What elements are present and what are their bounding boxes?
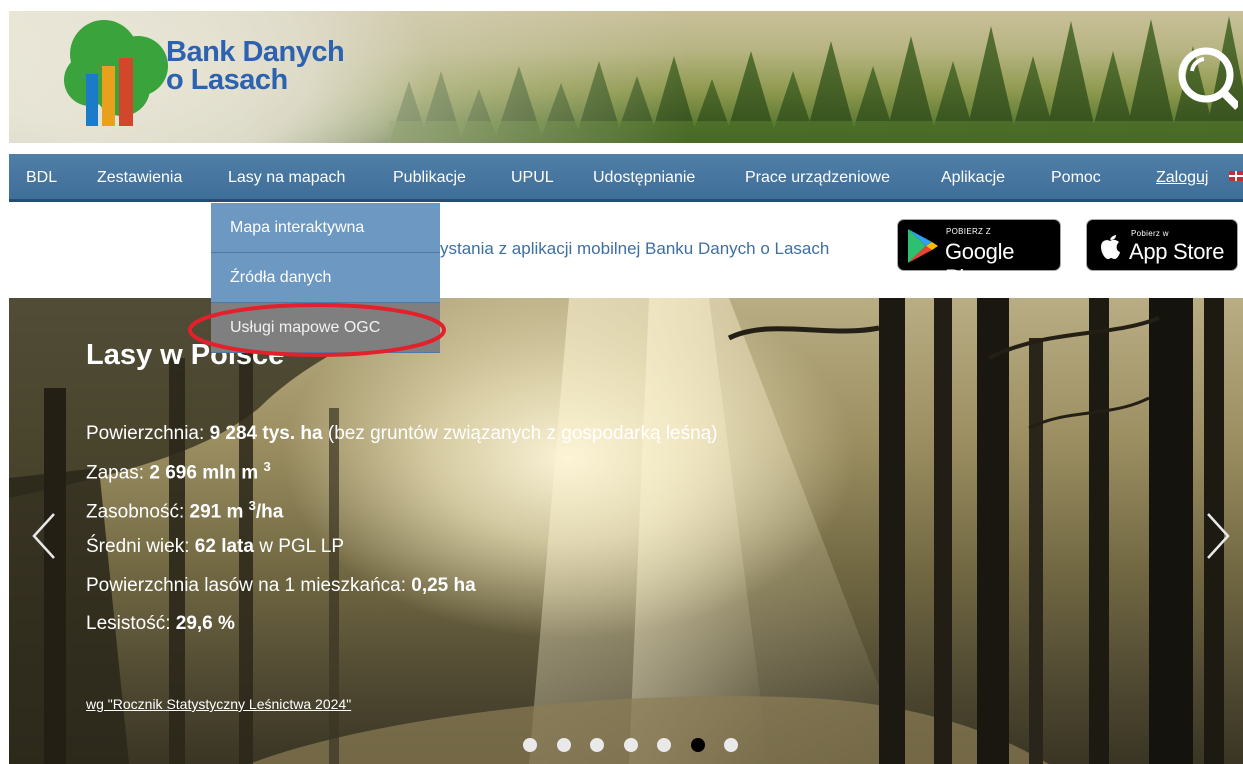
apple-icon (1101, 235, 1120, 259)
nav-item-aplikacje[interactable]: Aplikacje (941, 154, 1005, 199)
nav-item-udostepnianie[interactable]: Udostępnianie (593, 154, 695, 199)
logo-tree-icon (64, 20, 168, 126)
slide-dot-5[interactable] (657, 738, 671, 752)
logo-line-2: o Lasach (166, 64, 288, 96)
logo-text[interactable]: Bank Danych o Lasach (166, 36, 345, 96)
menu-item-zrodla-danych[interactable]: Źródła danych (211, 253, 440, 303)
slide-dot-2[interactable] (557, 738, 571, 752)
stat-stock-sup: 3 (263, 459, 271, 474)
english-flag-icon[interactable] (1229, 171, 1243, 181)
stat-forest-cover: Lesistość: 29,6 % (86, 613, 235, 635)
menu-item-uslugi-mapowe-ogc[interactable]: Usługi mapowe OGC (211, 303, 440, 353)
google-play-label: Google Play (945, 239, 1015, 290)
slide-dot-1[interactable] (523, 738, 537, 752)
nav-item-zestawienia[interactable]: Zestawienia (97, 154, 182, 199)
stat-per-capita: Powierzchnia lasów na 1 mieszkańca: 0,25… (86, 575, 476, 597)
stat-area-note: (bez gruntów związanych z gospodarką leś… (322, 423, 718, 444)
nav-item-upul[interactable]: UPUL (511, 154, 554, 199)
stat-density-value: 291 m (189, 501, 249, 523)
nav-item-lasy-na-mapach[interactable]: Lasy na mapach (228, 154, 345, 199)
stat-per-capita-value: 0,25 ha (411, 575, 476, 596)
stat-area: Powierzchnia: 9 284 tys. ha (bez gruntów… (86, 423, 718, 445)
stat-density-unit: /ha (255, 501, 284, 523)
stat-density-label: Zasobność: (86, 501, 190, 523)
source-link[interactable]: wg "Rocznik Statystyczny Leśnictwa 2024" (86, 696, 351, 712)
next-slide-icon[interactable] (1204, 512, 1232, 560)
google-play-small: POBIERZ Z (946, 227, 991, 236)
stat-age-note: w PGL LP (253, 536, 345, 557)
nav-item-publikacje[interactable]: Publikacje (393, 154, 466, 199)
stat-cover-label: Lesistość: (86, 613, 176, 634)
slide-dot-6[interactable] (691, 738, 705, 752)
search-icon[interactable] (1168, 41, 1238, 111)
google-play-icon (908, 229, 938, 263)
stat-stock: Zapas: 2 696 mln m 3 (86, 459, 271, 484)
slide-dot-4[interactable] (624, 738, 638, 752)
app-store-label: App Store (1129, 239, 1225, 264)
google-play-button[interactable]: POBIERZ Z Google Play (897, 219, 1061, 290)
nav-item-bdl[interactable]: BDL (26, 154, 57, 199)
app-store-button[interactable]: Pobierz w App Store (1086, 219, 1238, 271)
stat-stock-value: 2 696 mln m (149, 462, 264, 484)
stat-stock-label: Zapas: (86, 462, 150, 484)
stat-age-value: 62 lata (194, 536, 254, 557)
slide-dot-7[interactable] (724, 738, 738, 752)
stat-area-label: Powierzchnia: (86, 423, 210, 444)
slide-dot-3[interactable] (590, 738, 604, 752)
prev-slide-icon[interactable] (30, 512, 58, 560)
stat-cover-value: 29,6 % (175, 613, 235, 634)
stat-per-capita-label: Powierzchnia lasów na 1 mieszkańca: (86, 575, 412, 596)
stat-density-sup: 3 (248, 498, 256, 513)
login-link[interactable]: Zaloguj (1156, 154, 1208, 199)
menu-item-mapa-interaktywna[interactable]: Mapa interaktywna (211, 203, 440, 253)
logo-line-1: Bank Danych (166, 36, 345, 68)
stat-density: Zasobność: 291 m 3/ha (86, 498, 283, 523)
mobile-app-info[interactable]: ystania z aplikacji mobilnej Banku Danyc… (440, 239, 829, 259)
stat-area-value: 9 284 tys. ha (209, 423, 323, 444)
nav-item-pomoc[interactable]: Pomoc (1051, 154, 1101, 199)
app-store-small: Pobierz w (1131, 229, 1169, 238)
stat-age-label: Średni wiek: (86, 536, 195, 557)
stat-age: Średni wiek: 62 lata w PGL LP (86, 536, 344, 558)
nav-item-prace-urzadzeniowe[interactable]: Prace urządzeniowe (745, 154, 890, 199)
